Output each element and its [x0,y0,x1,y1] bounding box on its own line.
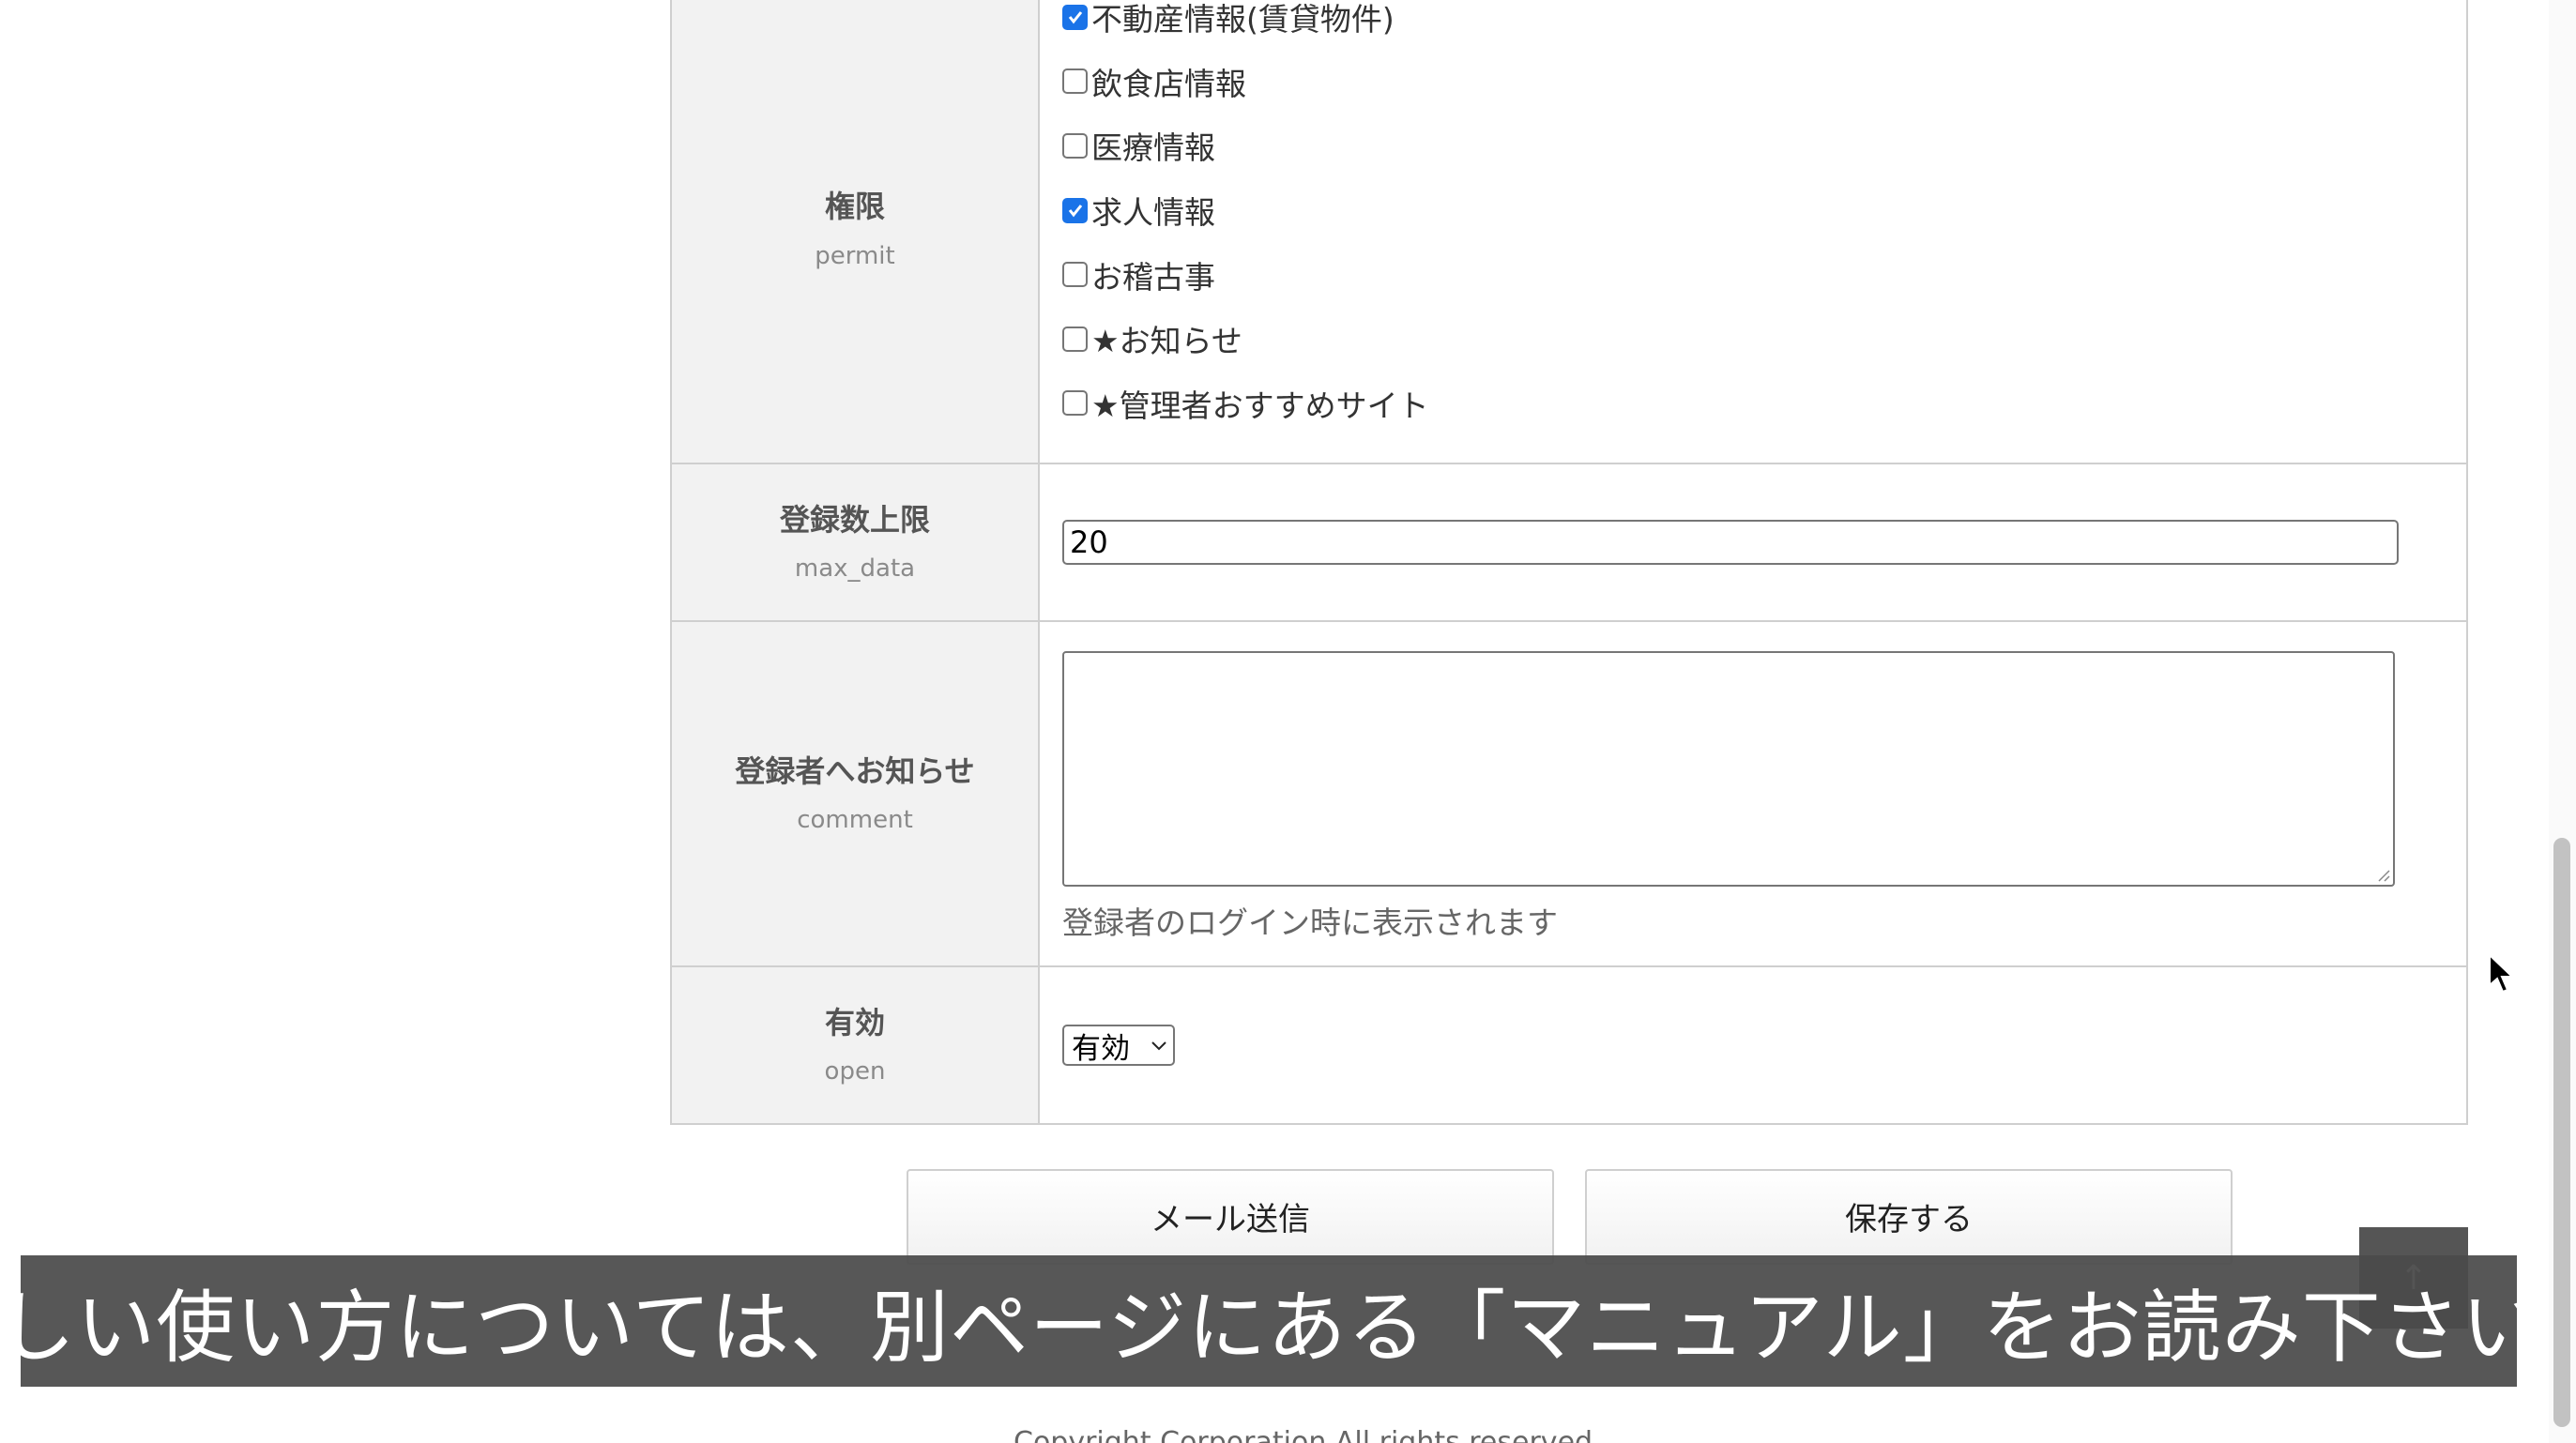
send-mail-button[interactable]: メール送信 [907,1169,1554,1265]
field-label: 登録者へお知らせ [735,752,975,789]
field-label: 権限 [824,189,885,225]
field-key: max_data [794,554,916,584]
checkbox-list: 不動産情報(賃貸物件) 飲食店情報医療情報求人情報お稽古事 ★お知らせ ★管理者おすす… [1062,0,2444,463]
permit-option[interactable]: ★管理者おすすめサイト [1062,372,2444,436]
row-label-open: 有効 open [672,967,1040,1123]
permit-checkbox-group: 不動産情報(賃貸物件) 飲食店情報医療情報求人情報お稽古事 ★お知らせ ★管理者おすす… [1040,0,2466,463]
checkbox-label: ★管理者おすすめサイト [1091,387,1429,424]
checkbox[interactable] [1062,262,1088,288]
checkbox-label: 飲食店情報 [1091,65,1246,102]
field-key: comment [797,806,913,835]
permit-option[interactable]: ★お知らせ [1062,307,2444,372]
comment-cell: 登録者のログイン時に表示されます [1040,628,2466,965]
comment-help-text: 登録者のログイン時に表示されます [1062,904,1558,941]
page-scrollbar[interactable] [2549,0,2576,1443]
checkbox-label: 不動産情報(賃貸物件) [1091,1,1395,38]
video-subtitle: 詳しい使い方については、別ページにある「マニュアル」をお読み下さい。 [21,1255,2517,1387]
checkbox-label: 求人情報 [1091,194,1215,232]
field-label: 登録数上限 [779,501,930,538]
open-select[interactable]: 有効 [1062,1025,1175,1066]
row-permit: 権限 permit 不動産情報(賃貸物件) 飲食店情報医療情報求人情報お稽古事 ★お… [672,0,2466,463]
permit-option[interactable]: お稽古事 [1062,242,2444,307]
permit-option[interactable]: 医療情報 [1062,114,2444,178]
open-cell: 有効 [1040,967,2466,1123]
checkbox[interactable] [1062,132,1088,159]
open-selected-value: 有効 [1072,1031,1130,1066]
checkbox[interactable] [1062,390,1088,417]
checkbox-label: お稽古事 [1091,258,1215,296]
checkbox[interactable] [1062,68,1088,95]
footer-copyright: Copyright Corporation All rights reserve… [1014,1426,1602,1443]
save-label: 保存する [1845,1201,1973,1238]
max-data-cell: 20 [1040,464,2466,620]
field-label: 有効 [824,1004,885,1040]
row-open: 有効 open 有効 [672,965,2466,1123]
settings-form-table: 権限 permit 不動産情報(賃貸物件) 飲食店情報医療情報求人情報お稽古事 ★お… [670,0,2468,1125]
send-mail-label: メール送信 [1151,1201,1310,1238]
permit-option[interactable]: 飲食店情報 [1062,50,2444,114]
scrollbar-thumb[interactable] [2553,838,2570,1427]
field-key: permit [815,241,895,270]
checkbox[interactable] [1062,197,1088,223]
chevron-down-icon [1151,1041,1166,1051]
mouse-cursor-icon [2489,953,2515,994]
permit-option[interactable]: 不動産情報(賃貸物件) [1062,0,2444,50]
checkbox[interactable] [1062,326,1088,352]
comment-textarea[interactable] [1062,650,2395,887]
row-max-data: 登録数上限 max_data 20 [672,463,2466,620]
row-comment: 登録者へお知らせ comment 登録者のログイン時に表示されます [672,620,2466,965]
row-label-max-data: 登録数上限 max_data [672,464,1040,620]
save-button[interactable]: 保存する [1585,1169,2233,1265]
permit-option[interactable]: 求人情報 [1062,178,2444,243]
checkbox[interactable] [1062,4,1088,30]
row-label-comment: 登録者へお知らせ comment [672,622,1040,965]
row-label-permit: 権限 permit [672,0,1040,463]
max-data-input[interactable]: 20 [1062,520,2399,565]
field-key: open [824,1057,886,1086]
checkbox-label: 医療情報 [1091,129,1215,167]
max-data-value: 20 [1070,524,1108,560]
resize-grip-icon[interactable] [2375,867,2390,882]
page: 権限 permit 不動産情報(賃貸物件) 飲食店情報医療情報求人情報お稽古事 ★お… [0,0,2576,1443]
checkbox-label: ★お知らせ [1091,323,1242,360]
